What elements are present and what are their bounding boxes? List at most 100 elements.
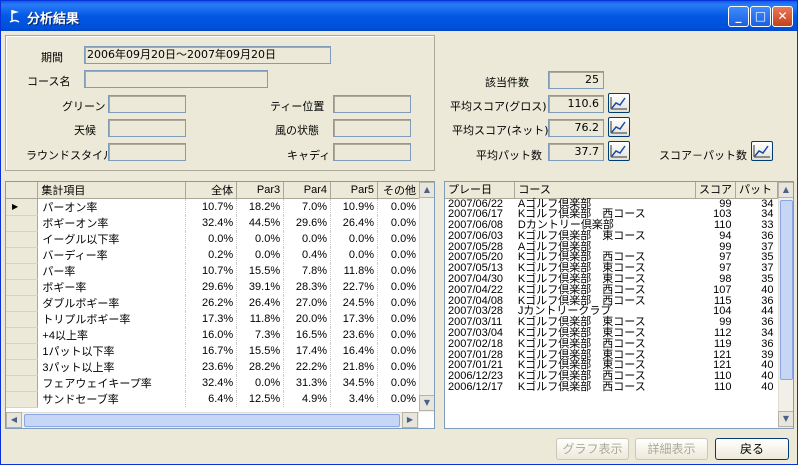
row-indicator[interactable] <box>6 343 39 360</box>
scroll-right-icon[interactable]: ▶ <box>402 412 418 428</box>
scroll-up-icon[interactable]: ▲ <box>778 182 793 198</box>
round-row[interactable]: 2007/06/08 Dカントリー倶楽部 110 33 <box>445 220 778 231</box>
gross-chart-button[interactable] <box>608 93 630 113</box>
back-button[interactable]: 戻る <box>715 438 789 460</box>
value-cell: 0.0% <box>377 375 421 391</box>
score-putt-label: スコア－パット数 <box>659 149 747 162</box>
row-indicator[interactable] <box>6 263 39 280</box>
value-cell: 0.4% <box>283 247 332 263</box>
round-row[interactable]: 2007/05/13 Kゴルフ倶楽部 東コース 97 37 <box>445 263 778 274</box>
score-cell: 104 <box>713 305 732 318</box>
score-cell: 112 <box>713 326 732 339</box>
minimize-button[interactable]: _ <box>728 6 749 27</box>
round-row[interactable]: 2006/12/17 Kゴルフ倶楽部 西コース 110 40 <box>445 382 778 393</box>
round-row[interactable]: 2007/04/08 Kゴルフ倶楽部 西コース 115 36 <box>445 295 778 306</box>
value-cell: 17.3% <box>185 311 238 327</box>
net-chart-button[interactable] <box>608 117 630 137</box>
row-indicator[interactable] <box>6 311 39 328</box>
summary-vscroll[interactable]: ▲ ▼ <box>419 182 434 412</box>
putt-chart-button[interactable] <box>608 141 630 161</box>
column-header[interactable]: Par5 <box>330 182 378 199</box>
maximize-button[interactable]: □ <box>750 6 771 27</box>
summary-row[interactable]: +4以上率 16.0% 7.3% 16.5% 23.6% 0.0% <box>6 327 421 344</box>
summary-grid[interactable]: 集計項目 全体 Par3 Par4 Par5 その他 ▶ パーオン率 10.7% 18… <box>5 181 435 429</box>
rounds-grid[interactable]: プレー日 コース スコア パット 2007/06/22 Aゴルフ倶楽部 99 34 20… <box>444 181 794 429</box>
summary-row[interactable]: フェアウェイキープ率 32.4% 0.0% 31.3% 34.5% 0.0% <box>6 375 421 392</box>
column-header[interactable]: 全体 <box>185 182 238 199</box>
summary-header-row: 集計項目 全体 Par3 Par4 Par5 その他 <box>6 182 421 199</box>
graph-button[interactable]: グラフ表示 <box>556 438 629 460</box>
row-indicator[interactable] <box>6 327 39 344</box>
round-row[interactable]: 2006/12/23 Kゴルフ倶楽部 西コース 110 40 <box>445 371 778 382</box>
score-putt-chart-button[interactable] <box>751 141 773 161</box>
column-header[interactable]: スコア <box>695 182 737 199</box>
date-cell: 2007/02/18 <box>448 337 504 350</box>
round-row[interactable]: 2007/04/22 Kゴルフ倶楽部 西コース 107 40 <box>445 284 778 295</box>
putt-cell: 40 <box>761 359 774 372</box>
summary-row[interactable]: トリプルボギー率 17.3% 11.8% 20.0% 17.3% 0.0% <box>6 311 421 328</box>
summary-row[interactable]: 3パット以上率 23.6% 28.2% 22.2% 21.8% 0.0% <box>6 359 421 376</box>
item-cell: ボギーオン率 <box>37 215 187 231</box>
row-indicator[interactable] <box>6 279 39 296</box>
course-field <box>84 70 268 88</box>
summary-row[interactable]: バーディー率 0.2% 0.0% 0.4% 0.0% 0.0% <box>6 247 421 264</box>
summary-row[interactable]: ダブルボギー率 26.2% 26.4% 27.0% 24.5% 0.0% <box>6 295 421 312</box>
putt-cell: 39 <box>761 348 774 361</box>
scroll-thumb[interactable] <box>780 200 793 380</box>
column-header[interactable]: プレー日 <box>445 182 516 199</box>
round-row[interactable]: 2007/02/18 Kゴルフ倶楽部 西コース 119 36 <box>445 338 778 349</box>
close-button[interactable]: ✕ <box>772 6 793 27</box>
round-row[interactable]: 2007/06/03 Kゴルフ倶楽部 東コース 94 36 <box>445 230 778 241</box>
summary-row[interactable]: ボギーオン率 32.4% 44.5% 29.6% 26.4% 0.0% <box>6 215 421 232</box>
detail-button[interactable]: 詳細表示 <box>635 438 708 460</box>
column-header[interactable]: パット <box>735 182 778 199</box>
rounds-vscroll[interactable]: ▲ ▼ <box>778 182 793 428</box>
value-cell: 15.5% <box>236 263 285 279</box>
summary-row[interactable]: サンドセーブ率 6.4% 12.5% 4.9% 3.4% 0.0% <box>6 391 421 408</box>
row-indicator[interactable] <box>6 247 39 264</box>
value-cell: 0.0% <box>236 375 285 391</box>
score-cell: 119 <box>713 337 732 350</box>
wind-label: 風の状態 <box>275 124 319 137</box>
value-cell: 18.2% <box>236 198 285 215</box>
column-header[interactable]: コース <box>514 182 697 199</box>
putt-value: 37.7 <box>548 143 604 161</box>
maximize-icon: □ <box>754 9 767 23</box>
date-cell: 2007/03/28 <box>448 305 504 318</box>
green-label: グリーン <box>62 100 106 113</box>
scroll-down-icon[interactable]: ▼ <box>778 411 793 427</box>
summary-hscroll[interactable]: ◀ ▶ <box>6 412 419 428</box>
summary-row[interactable]: 1パット以下率 16.7% 15.5% 17.4% 16.4% 0.0% <box>6 343 421 360</box>
date-cell: 2006/12/17 <box>448 380 504 393</box>
row-indicator[interactable]: ▶ <box>6 198 39 216</box>
row-indicator[interactable] <box>6 359 39 376</box>
round-row[interactable]: 2007/06/17 Kゴルフ倶楽部 西コース 103 34 <box>445 209 778 220</box>
round-row[interactable]: 2007/03/11 Kゴルフ倶楽部 東コース 99 36 <box>445 317 778 328</box>
summary-row[interactable]: ボギー率 29.6% 39.1% 28.3% 22.7% 0.0% <box>6 279 421 296</box>
round-row[interactable]: 2007/03/04 Kゴルフ倶楽部 東コース 112 34 <box>445 328 778 339</box>
value-cell: 0.0% <box>283 231 332 247</box>
summary-row[interactable]: ▶ パーオン率 10.7% 18.2% 7.0% 10.9% 0.0% <box>6 198 421 216</box>
summary-row[interactable]: パー率 10.7% 15.5% 7.8% 11.8% 0.0% <box>6 263 421 280</box>
row-indicator[interactable] <box>6 295 39 312</box>
scroll-up-icon[interactable]: ▲ <box>419 182 434 198</box>
round-row[interactable]: 2007/04/30 Kゴルフ倶楽部 東コース 98 35 <box>445 274 778 285</box>
row-indicator[interactable] <box>6 215 39 232</box>
row-indicator[interactable] <box>6 391 39 408</box>
close-icon: ✕ <box>777 9 788 23</box>
scroll-thumb[interactable] <box>24 414 400 427</box>
putt-cell: 40 <box>761 370 774 383</box>
column-header[interactable]: Par4 <box>283 182 332 199</box>
scroll-left-icon[interactable]: ◀ <box>6 412 22 428</box>
column-header[interactable]: 集計項目 <box>37 182 187 199</box>
scroll-down-icon[interactable]: ▼ <box>419 395 434 411</box>
row-indicator[interactable] <box>6 231 39 248</box>
value-cell: 3.4% <box>330 391 378 407</box>
column-header[interactable]: Par3 <box>236 182 285 199</box>
column-header[interactable]: その他 <box>377 182 421 199</box>
course-cell: Kゴルフ倶楽部 東コース <box>517 272 646 285</box>
value-cell: 0.0% <box>377 391 421 407</box>
summary-row[interactable]: イーグル以下率 0.0% 0.0% 0.0% 0.0% 0.0% <box>6 231 421 248</box>
title-bar[interactable]: 分析結果 _ □ ✕ <box>1 1 797 31</box>
row-indicator[interactable] <box>6 375 39 392</box>
